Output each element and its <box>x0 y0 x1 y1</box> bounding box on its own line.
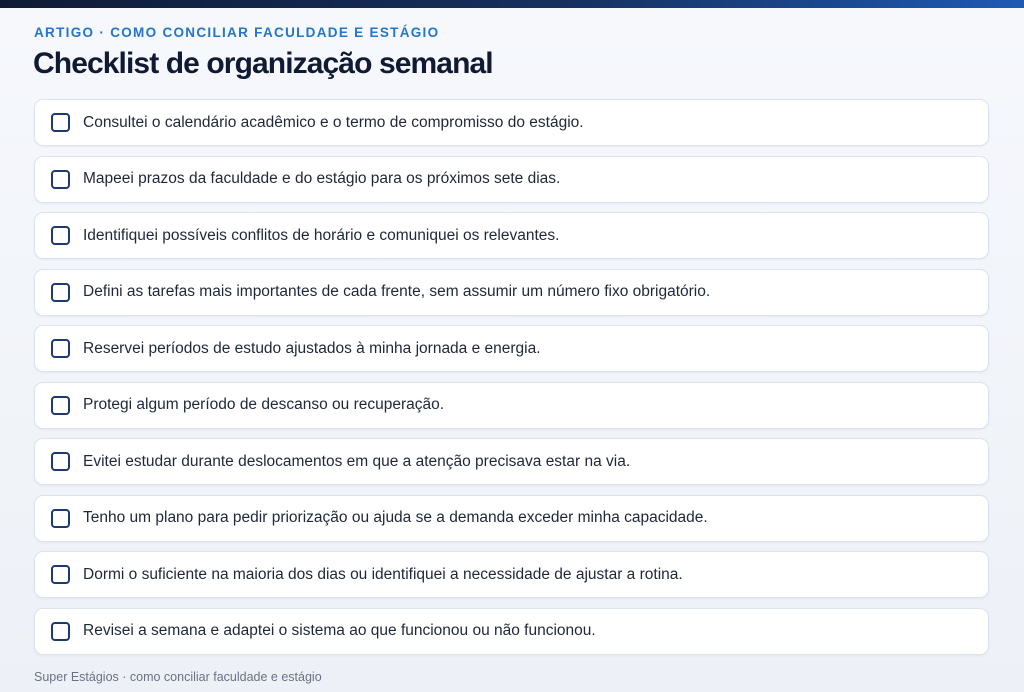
checkbox-icon[interactable] <box>51 169 70 189</box>
checklist-item[interactable]: Defini as tarefas mais importantes de ca… <box>34 268 989 316</box>
checkbox-icon[interactable] <box>51 226 70 245</box>
checklist-item-label: Dormi o suficiente na maioria dos dias o… <box>83 565 683 583</box>
footer-note: Super Estágios · como conciliar faculdad… <box>34 670 322 684</box>
checklist-item-label: Tenho um plano para pedir priorização ou… <box>83 509 708 526</box>
checklist-item[interactable]: Reservei períodos de estudo ajustados à … <box>34 325 989 372</box>
page-title: Checklist de organização semanal <box>33 47 494 80</box>
checkbox-icon[interactable] <box>51 452 70 471</box>
checklist-item-label: Evitei estudar durante deslocamentos em … <box>83 452 631 470</box>
weekly-checklist: Consultei o calendário acadêmico e o ter… <box>34 99 989 664</box>
checklist-item[interactable]: Identifiquei possíveis conflitos de horá… <box>34 212 989 259</box>
checklist-item-label: Defini as tarefas mais importantes de ca… <box>83 283 711 300</box>
checklist-item-label: Mapeei prazos da faculdade e do estágio … <box>83 170 561 187</box>
checkbox-icon[interactable] <box>51 282 70 302</box>
checklist-item[interactable]: Tenho um plano para pedir priorização ou… <box>34 494 989 542</box>
checkbox-icon[interactable] <box>51 395 70 415</box>
checklist-item-label: Consultei o calendário acadêmico e o ter… <box>83 113 584 131</box>
article-eyebrow: ARTIGO · COMO CONCILIAR FACULDADE E ESTÁ… <box>34 25 440 40</box>
checklist-item[interactable]: Dormi o suficiente na maioria dos dias o… <box>34 551 989 598</box>
checklist-item[interactable]: Mapeei prazos da faculdade e do estágio … <box>34 155 989 203</box>
checklist-item[interactable]: Consultei o calendário acadêmico e o ter… <box>34 99 989 146</box>
checkbox-icon[interactable] <box>51 339 70 358</box>
checklist-item[interactable]: Protegi algum período de descanso ou rec… <box>34 381 989 429</box>
checklist-item-label: Revisei a semana e adaptei o sistema ao … <box>83 622 596 639</box>
checklist-item-label: Identifiquei possíveis conflitos de horá… <box>83 226 560 244</box>
checklist-item-label: Reservei períodos de estudo ajustados à … <box>83 339 541 357</box>
top-accent-bar <box>0 0 1024 8</box>
checkbox-icon[interactable] <box>51 565 70 584</box>
checklist-item[interactable]: Revisei a semana e adaptei o sistema ao … <box>34 607 989 655</box>
checkbox-icon[interactable] <box>51 113 70 132</box>
checkbox-icon[interactable] <box>51 508 70 528</box>
checklist-item-label: Protegi algum período de descanso ou rec… <box>83 396 445 413</box>
checkbox-icon[interactable] <box>51 621 70 641</box>
checklist-item[interactable]: Evitei estudar durante deslocamentos em … <box>34 438 989 485</box>
